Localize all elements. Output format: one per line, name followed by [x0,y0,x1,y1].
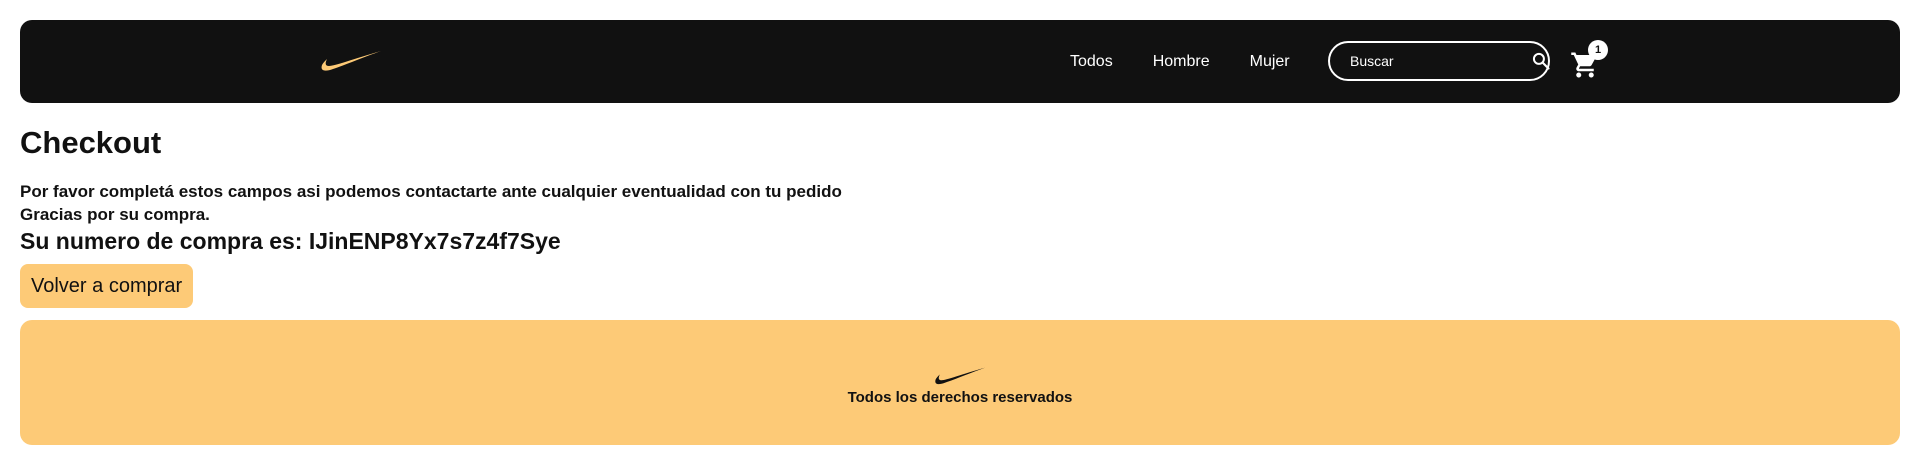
page-title: Checkout [20,125,162,160]
search-box [1328,41,1550,81]
back-to-shop-button[interactable]: Volver a comprar [20,264,194,308]
page: Todos Hombre Mujer 1 Checkout Por favor … [0,0,1920,467]
order-number: Su numero de compra es: IJinENP8Yx7s7z4f… [20,228,561,254]
footer: Todos los derechos reservados [20,320,1900,445]
search-icon[interactable] [1531,51,1551,71]
nike-logo-icon [935,367,986,385]
nav-link-todos[interactable]: Todos [1070,53,1113,71]
footer-copyright: Todos los derechos reservados [847,389,1073,406]
message-line-2: Gracias por su compra. [20,205,210,224]
cart-button[interactable]: 1 [1570,40,1608,80]
navbar: Todos Hombre Mujer 1 [20,20,1900,103]
nike-logo-icon[interactable] [320,48,382,74]
nav-links: Todos Hombre Mujer [1070,20,1290,103]
nav-link-mujer[interactable]: Mujer [1250,53,1290,71]
main-content: Checkout Por favor completá estos campos… [20,125,1900,308]
nav-link-hombre[interactable]: Hombre [1153,53,1210,71]
checkout-message: Por favor completá estos campos asi pode… [20,180,1900,226]
search-input[interactable] [1350,53,1531,69]
message-line-1: Por favor completá estos campos asi pode… [20,182,842,201]
cart-count-badge: 1 [1588,40,1608,60]
